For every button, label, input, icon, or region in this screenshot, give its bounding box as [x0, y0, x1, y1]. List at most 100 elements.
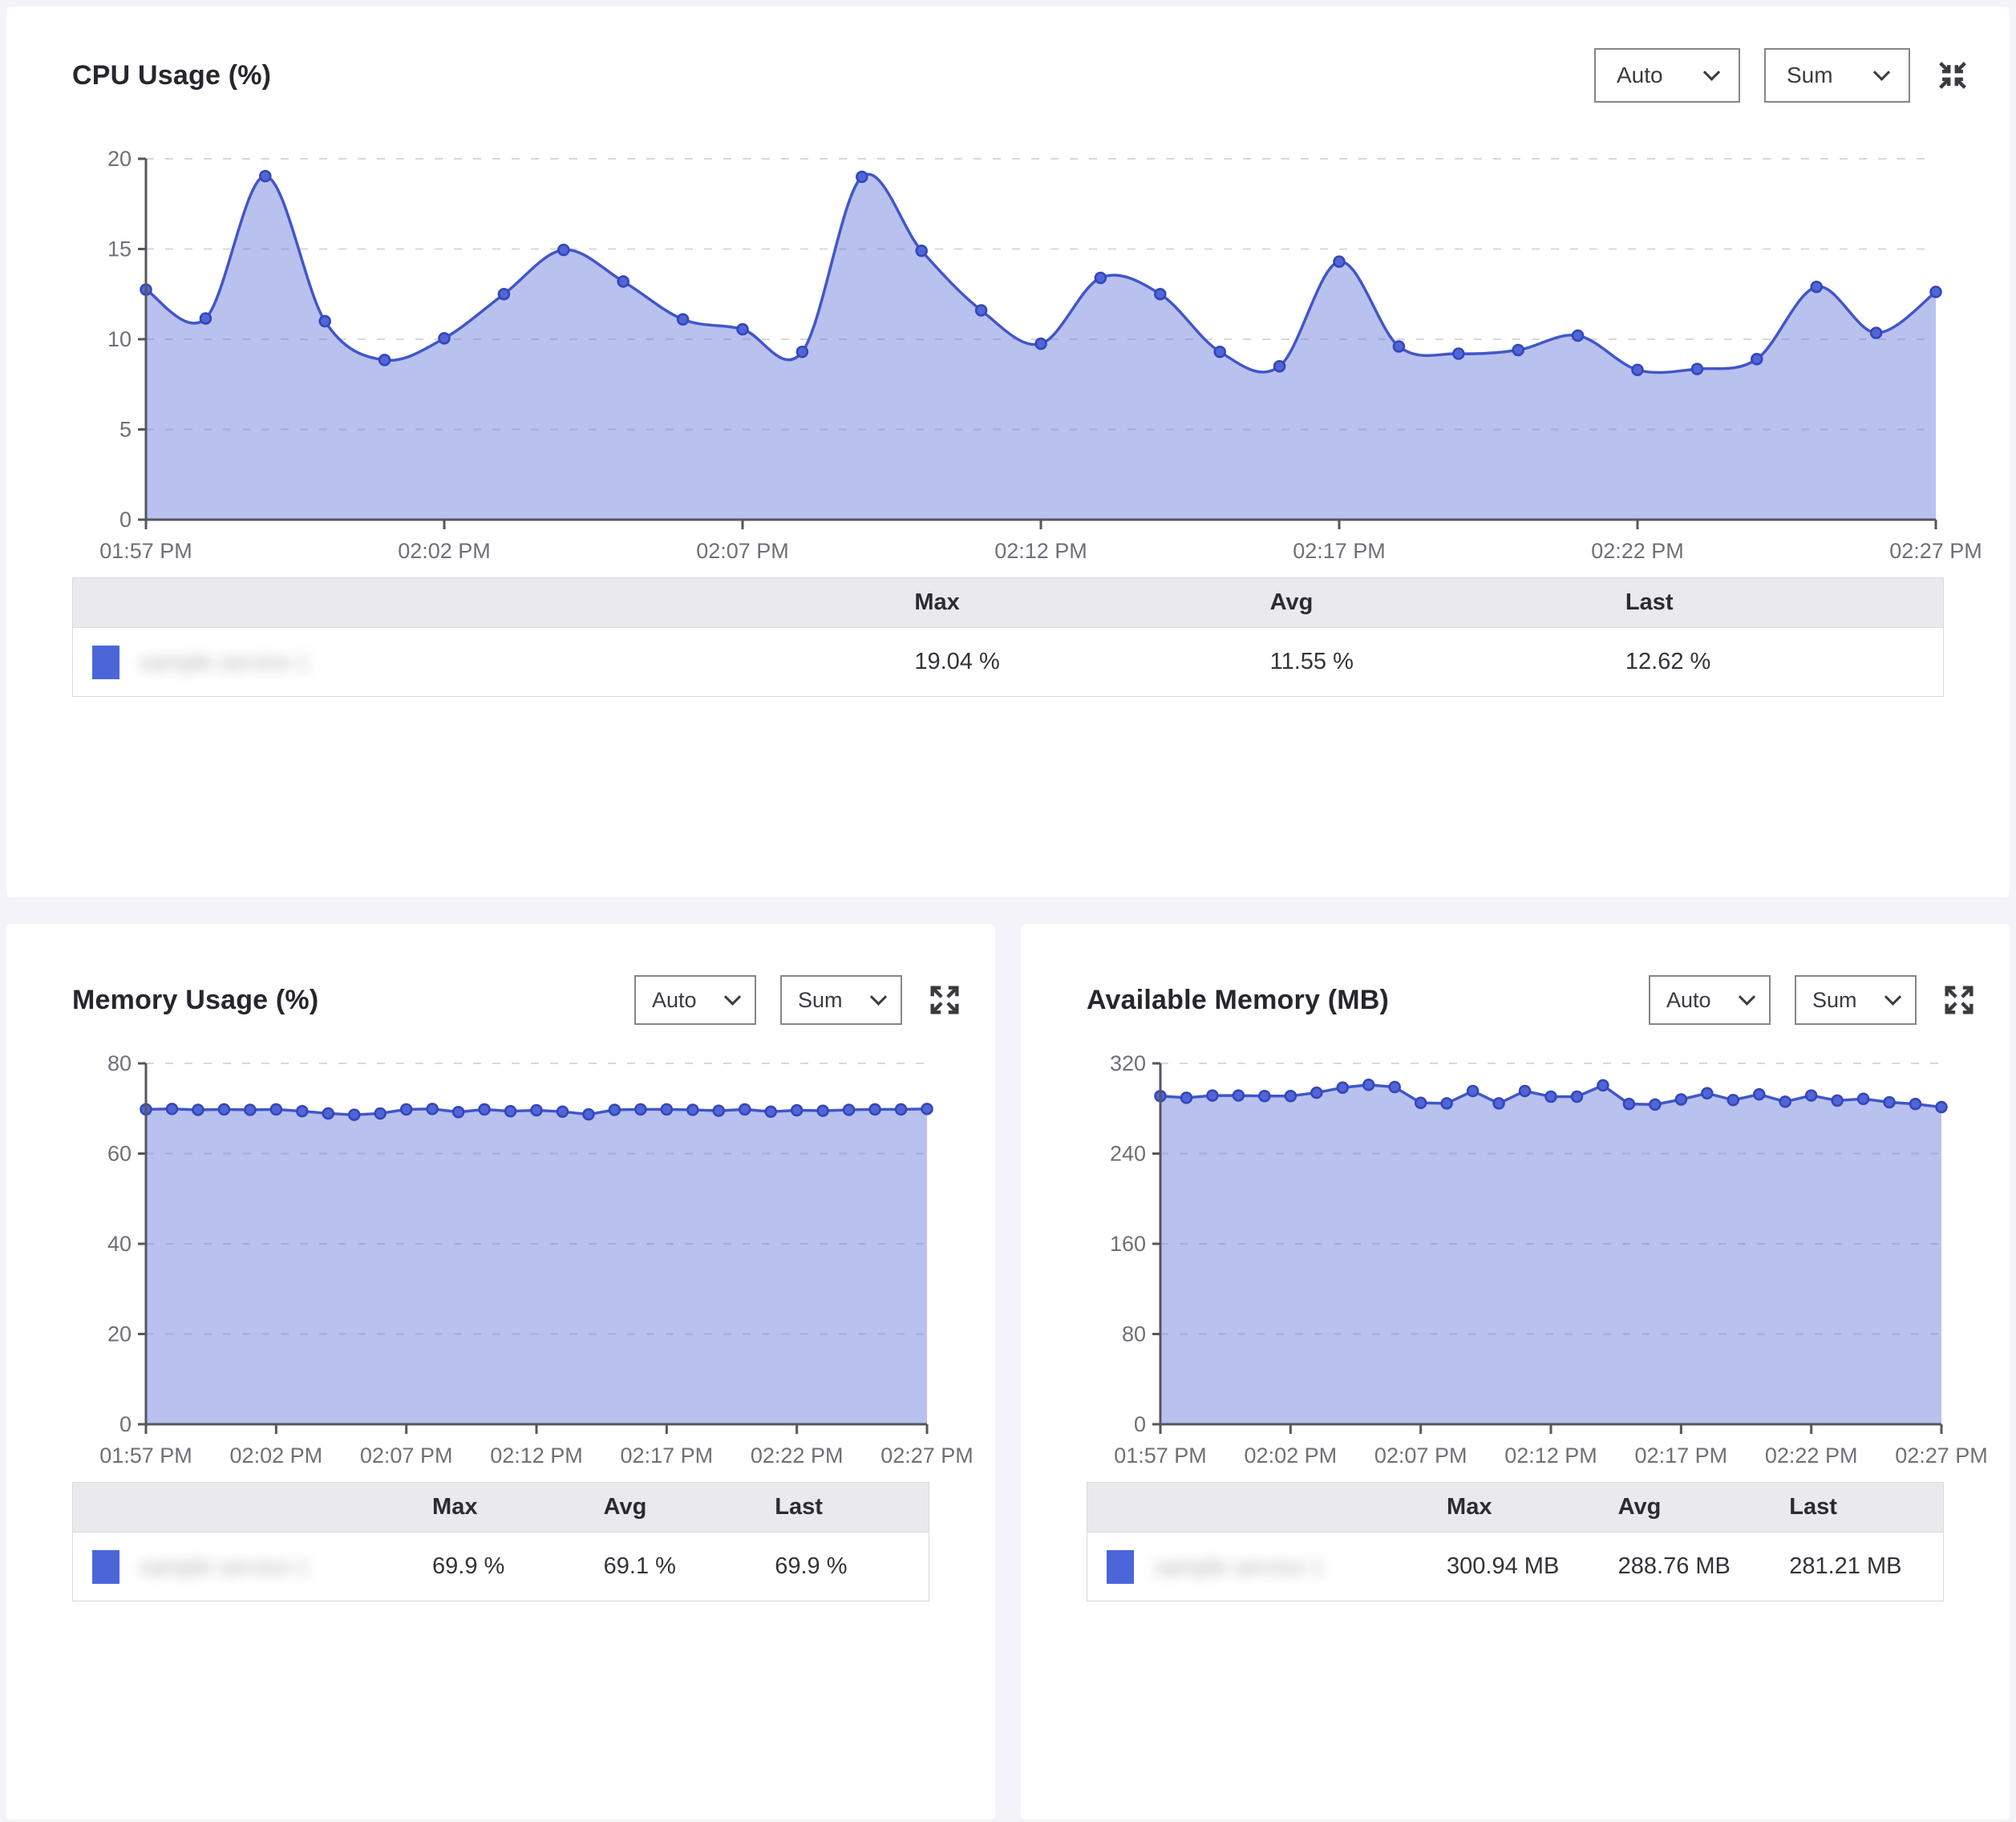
svg-text:01:57 PM: 01:57 PM	[1114, 1443, 1207, 1468]
max-column-header: Max	[914, 578, 1269, 628]
available-memory-panel-controls: Auto Sum	[1649, 975, 1978, 1025]
svg-text:01:57 PM: 01:57 PM	[99, 539, 192, 563]
series-legend: sample service 1	[73, 646, 914, 679]
max-value: 69.9 %	[432, 1533, 604, 1601]
available-memory-panel-title: Available Memory (MB)	[1087, 985, 1649, 1016]
chevron-down-icon	[1703, 63, 1720, 80]
chevron-down-icon	[1739, 988, 1755, 1005]
page-title: CPU Usage (%)	[72, 60, 1594, 91]
series-legend: sample service 1	[1087, 1550, 1447, 1584]
memory-panel-header: Memory Usage (%) Auto Sum	[6, 924, 995, 1025]
svg-text:02:17 PM: 02:17 PM	[621, 1443, 714, 1468]
cpu-usage-chart[interactable]: 0510152001:57 PM02:02 PM02:07 PM02:12 PM…	[72, 148, 1947, 571]
max-value: 19.04 %	[914, 628, 1269, 697]
chevron-down-icon	[870, 988, 887, 1005]
expand-icon[interactable]	[926, 982, 963, 1018]
collapse-icon[interactable]	[1934, 57, 1971, 94]
table-row[interactable]: sample service 1 19.04 % 11.55 % 12.62 %	[73, 628, 1944, 697]
svg-text:240: 240	[1110, 1142, 1146, 1166]
avg-column-header: Avg	[604, 1483, 775, 1533]
available-memory-aggregation-select[interactable]: Sum	[1795, 975, 1917, 1025]
series-label-redacted: sample service 1	[140, 650, 309, 675]
svg-text:40: 40	[107, 1232, 132, 1256]
last-value: 12.62 %	[1625, 628, 1944, 697]
table-header-row: Max Avg Last	[1087, 1483, 1944, 1533]
svg-text:60: 60	[107, 1142, 132, 1166]
max-value: 300.94 MB	[1447, 1533, 1618, 1601]
memory-panel-title: Memory Usage (%)	[72, 985, 634, 1016]
cpu-panel-controls: Auto Sum	[1594, 48, 1971, 103]
available-memory-chart[interactable]: 08016024032001:57 PM02:02 PM02:07 PM02:1…	[1087, 1052, 1953, 1476]
avg-column-header: Avg	[1270, 578, 1625, 628]
svg-text:80: 80	[107, 1051, 132, 1075]
available-memory-aggregation-select-value: Sum	[1812, 988, 1857, 1013]
svg-text:02:02 PM: 02:02 PM	[1245, 1443, 1338, 1468]
svg-text:02:17 PM: 02:17 PM	[1293, 539, 1386, 563]
series-label-redacted: sample service 1	[1155, 1554, 1323, 1580]
svg-text:02:12 PM: 02:12 PM	[994, 539, 1087, 563]
available-memory-interval-select[interactable]: Auto	[1649, 975, 1771, 1025]
svg-text:15: 15	[107, 237, 132, 261]
chevron-down-icon	[1873, 63, 1890, 80]
svg-text:0: 0	[1134, 1412, 1146, 1436]
memory-usage-panel: Memory Usage (%) Auto Sum 0204	[6, 924, 995, 1820]
table-row[interactable]: sample service 1 69.9 % 69.1 % 69.9 %	[73, 1533, 929, 1601]
cpu-interval-select[interactable]: Auto	[1594, 48, 1740, 103]
cpu-interval-select-value: Auto	[1617, 63, 1663, 88]
svg-text:02:12 PM: 02:12 PM	[490, 1443, 583, 1468]
svg-text:02:07 PM: 02:07 PM	[1374, 1443, 1467, 1468]
memory-chart-area: 02040608001:57 PM02:02 PM02:07 PM02:12 P…	[6, 1052, 995, 1476]
memory-aggregation-select[interactable]: Sum	[780, 975, 902, 1025]
svg-text:10: 10	[107, 327, 132, 351]
memory-aggregation-select-value: Sum	[798, 988, 843, 1013]
avg-value: 288.76 MB	[1618, 1533, 1790, 1601]
svg-text:02:07 PM: 02:07 PM	[360, 1443, 453, 1468]
last-column-header: Last	[1789, 1483, 1943, 1533]
expand-icon[interactable]	[1941, 982, 1978, 1018]
cpu-aggregation-select-value: Sum	[1787, 63, 1833, 88]
cpu-summary-table: Max Avg Last sample service 1 19.04 % 11…	[72, 577, 1944, 697]
svg-text:02:07 PM: 02:07 PM	[696, 539, 789, 563]
svg-text:02:22 PM: 02:22 PM	[751, 1443, 844, 1468]
memory-panel-controls: Auto Sum	[634, 975, 963, 1025]
last-value: 69.9 %	[775, 1533, 929, 1601]
max-column-header: Max	[432, 1483, 604, 1533]
memory-interval-select-value: Auto	[652, 988, 697, 1013]
svg-text:02:22 PM: 02:22 PM	[1591, 539, 1684, 563]
last-column-header: Last	[775, 1483, 929, 1533]
svg-text:5: 5	[119, 418, 132, 442]
svg-text:02:12 PM: 02:12 PM	[1504, 1443, 1597, 1468]
available-memory-panel: Available Memory (MB) Auto Sum	[1021, 924, 2010, 1820]
last-column-header: Last	[1625, 578, 1944, 628]
svg-text:01:57 PM: 01:57 PM	[99, 1443, 192, 1468]
memory-interval-select[interactable]: Auto	[634, 975, 756, 1025]
last-value: 281.21 MB	[1789, 1533, 1943, 1601]
svg-text:02:22 PM: 02:22 PM	[1765, 1443, 1858, 1468]
series-label-redacted: sample service 1	[140, 1554, 309, 1580]
available-memory-panel-header: Available Memory (MB) Auto Sum	[1021, 924, 2010, 1025]
avg-column-header: Avg	[1618, 1483, 1790, 1533]
available-memory-summary-table: Max Avg Last sample service 1 300.94 MB …	[1087, 1482, 1944, 1601]
svg-text:20: 20	[107, 1322, 132, 1346]
series-legend: sample service 1	[73, 1550, 432, 1584]
series-color-swatch	[92, 646, 119, 679]
svg-text:02:17 PM: 02:17 PM	[1635, 1443, 1728, 1468]
chevron-down-icon	[724, 988, 741, 1005]
available-memory-interval-select-value: Auto	[1666, 988, 1711, 1013]
table-row[interactable]: sample service 1 300.94 MB 288.76 MB 281…	[1087, 1533, 1944, 1601]
svg-text:20: 20	[107, 147, 132, 171]
memory-summary-table: Max Avg Last sample service 1 69.9 % 69.…	[72, 1482, 929, 1601]
svg-text:02:02 PM: 02:02 PM	[398, 539, 491, 563]
bottom-panels-row: Memory Usage (%) Auto Sum 0204	[6, 924, 2010, 1820]
avg-value: 69.1 %	[604, 1533, 775, 1601]
memory-usage-chart[interactable]: 02040608001:57 PM02:02 PM02:07 PM02:12 P…	[72, 1052, 938, 1476]
cpu-aggregation-select[interactable]: Sum	[1764, 48, 1910, 103]
table-header-row: Max Avg Last	[73, 1483, 929, 1533]
svg-text:02:27 PM: 02:27 PM	[1895, 1443, 1988, 1468]
max-column-header: Max	[1447, 1483, 1618, 1533]
cpu-usage-panel: CPU Usage (%) Auto Sum 0510152001:57 PM0…	[6, 6, 2010, 897]
chevron-down-icon	[1884, 988, 1901, 1005]
svg-text:320: 320	[1110, 1051, 1146, 1075]
svg-text:0: 0	[119, 1412, 132, 1436]
series-color-swatch	[92, 1550, 119, 1584]
